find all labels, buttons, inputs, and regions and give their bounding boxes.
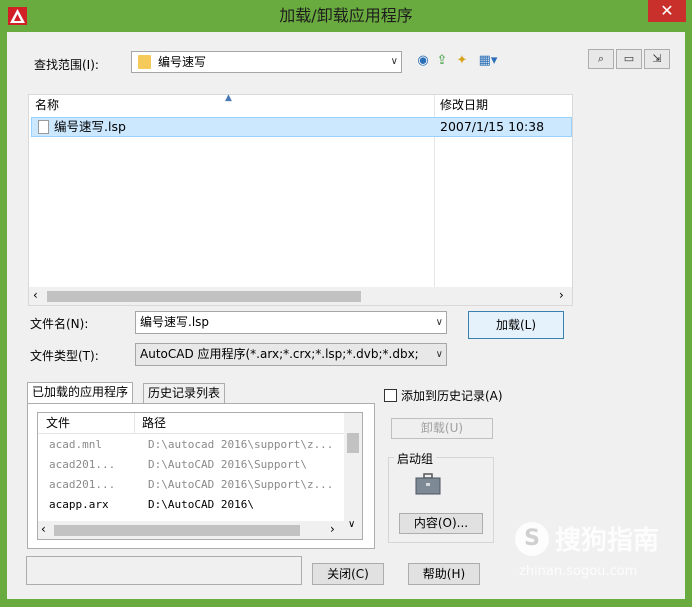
add-history-label: 添加到历史记录(A) [401, 389, 503, 403]
load-button[interactable]: 加载(L) [468, 311, 564, 339]
sort-arrow-icon: ▲ [225, 93, 232, 103]
scroll-down-icon[interactable]: ∨ [348, 519, 355, 530]
chevron-down-icon: ∨ [435, 317, 443, 328]
file-name-input[interactable]: 编号速写.lsp ∨ [135, 311, 447, 334]
file-date: 2007/1/15 10:38 [440, 119, 545, 134]
file-list[interactable]: 名称 ▲ 修改日期 编号速写.lsp 2007/1/15 10:38 ‹ › [28, 93, 573, 306]
export-icon[interactable]: ⇲ [644, 49, 670, 69]
app-file: acapp.arx [49, 498, 109, 511]
vertical-scrollbar[interactable]: ∨ [344, 413, 362, 539]
table-row[interactable]: acad201... D:\AutoCAD 2016\Support\ [38, 455, 344, 475]
app-file: acad201... [49, 458, 116, 471]
column-header-name[interactable]: 名称 [35, 95, 59, 115]
horizontal-scrollbar[interactable]: ‹ › [38, 521, 344, 539]
header-divider [38, 433, 344, 434]
file-name-value: 编号速写.lsp [140, 315, 210, 329]
views-menu-icon[interactable]: ▦▾ [475, 53, 501, 69]
file-icon [38, 120, 49, 134]
file-name-label: 文件名(N): [30, 317, 89, 331]
column-divider [134, 413, 135, 433]
folder-icon[interactable]: ▭ [616, 49, 642, 69]
table-row[interactable]: acad201... D:\AutoCAD 2016\Support\z... [38, 475, 344, 495]
column-header-file[interactable]: 文件 [46, 413, 70, 433]
tab-history-list[interactable]: 历史记录列表 [143, 383, 226, 403]
status-bar [26, 556, 302, 585]
scroll-thumb[interactable] [54, 525, 300, 536]
app-path: D:\AutoCAD 2016\ [148, 498, 254, 511]
scroll-thumb[interactable] [347, 433, 359, 453]
loaded-apps-panel: 文件 路径 acad.mnl D:\autocad 2016\support\z… [27, 403, 375, 549]
app-path: D:\autocad 2016\support\z... [148, 438, 334, 451]
title-bar: 加载/卸载应用程序 ✕ [0, 0, 692, 32]
dialog-body: 查找范围(I): 编号速写 ∨ ◉ ⇪ ✦ ▦▾ ⌕ ▭ ⇲ 名称 ▲ 修改日期… [7, 32, 685, 599]
add-history-checkbox[interactable] [384, 389, 397, 402]
unload-button[interactable]: 卸载(U) [391, 418, 493, 439]
column-header-date[interactable]: 修改日期 [440, 95, 488, 115]
new-folder-icon[interactable]: ✦ [454, 53, 470, 69]
file-type-label: 文件类型(T): [30, 349, 99, 363]
horizontal-scrollbar[interactable]: ‹ › [29, 287, 572, 305]
app-path: D:\AutoCAD 2016\Support\ [148, 458, 307, 471]
scroll-left-icon[interactable]: ‹ [41, 522, 46, 536]
scroll-thumb[interactable] [47, 291, 361, 302]
chevron-down-icon: ∨ [435, 344, 443, 365]
loaded-apps-list[interactable]: 文件 路径 acad.mnl D:\autocad 2016\support\z… [37, 412, 363, 540]
folder-icon [138, 55, 151, 69]
scroll-left-icon[interactable]: ‹ [33, 288, 38, 302]
contents-button[interactable]: 内容(O)... [399, 513, 483, 534]
app-path: D:\AutoCAD 2016\Support\z... [148, 478, 334, 491]
briefcase-icon [415, 473, 441, 495]
app-file: acad.mnl [49, 438, 102, 451]
file-type-dropdown[interactable]: AutoCAD 应用程序(*.arx;*.crx;*.lsp;*.dvb;*.d… [135, 343, 447, 366]
back-icon[interactable]: ◉ [415, 53, 431, 69]
watermark-brand: 搜狗指南 [555, 526, 660, 556]
look-in-dropdown[interactable]: 编号速写 ∨ [131, 51, 402, 73]
help-button[interactable]: 帮助(H) [408, 563, 480, 585]
close-button[interactable]: 关闭(C) [312, 563, 384, 585]
close-window-button[interactable]: ✕ [648, 0, 686, 22]
scroll-right-icon[interactable]: › [559, 288, 564, 302]
file-name: 编号速写.lsp [54, 119, 126, 134]
scroll-right-icon[interactable]: › [330, 522, 335, 536]
file-row[interactable]: 编号速写.lsp 2007/1/15 10:38 [31, 117, 572, 137]
chevron-down-icon: ∨ [390, 56, 398, 67]
find-icon[interactable]: ⌕ [588, 49, 614, 69]
dialog-window: 加载/卸载应用程序 ✕ 查找范围(I): 编号速写 ∨ ◉ ⇪ ✦ ▦▾ ⌕ ▭… [0, 0, 692, 607]
table-row[interactable]: acapp.arx D:\AutoCAD 2016\ [38, 495, 344, 515]
column-header-path[interactable]: 路径 [142, 413, 166, 433]
up-folder-icon[interactable]: ⇪ [434, 53, 450, 69]
watermark-url: zhinan.sogou.com [519, 564, 638, 579]
look-in-label: 查找范围(I): [34, 58, 99, 72]
window-title: 加载/卸载应用程序 [279, 6, 413, 25]
startup-group-label: 启动组 [394, 450, 437, 467]
app-file: acad201... [49, 478, 116, 491]
table-row[interactable]: acad.mnl D:\autocad 2016\support\z... [38, 435, 344, 455]
file-type-value: AutoCAD 应用程序(*.arx;*.crx;*.lsp;*.dvb;*.d… [140, 347, 419, 361]
look-in-value: 编号速写 [158, 55, 207, 69]
sogou-logo-icon: S [515, 522, 549, 556]
tab-loaded-apps[interactable]: 已加载的应用程序 [27, 382, 134, 404]
